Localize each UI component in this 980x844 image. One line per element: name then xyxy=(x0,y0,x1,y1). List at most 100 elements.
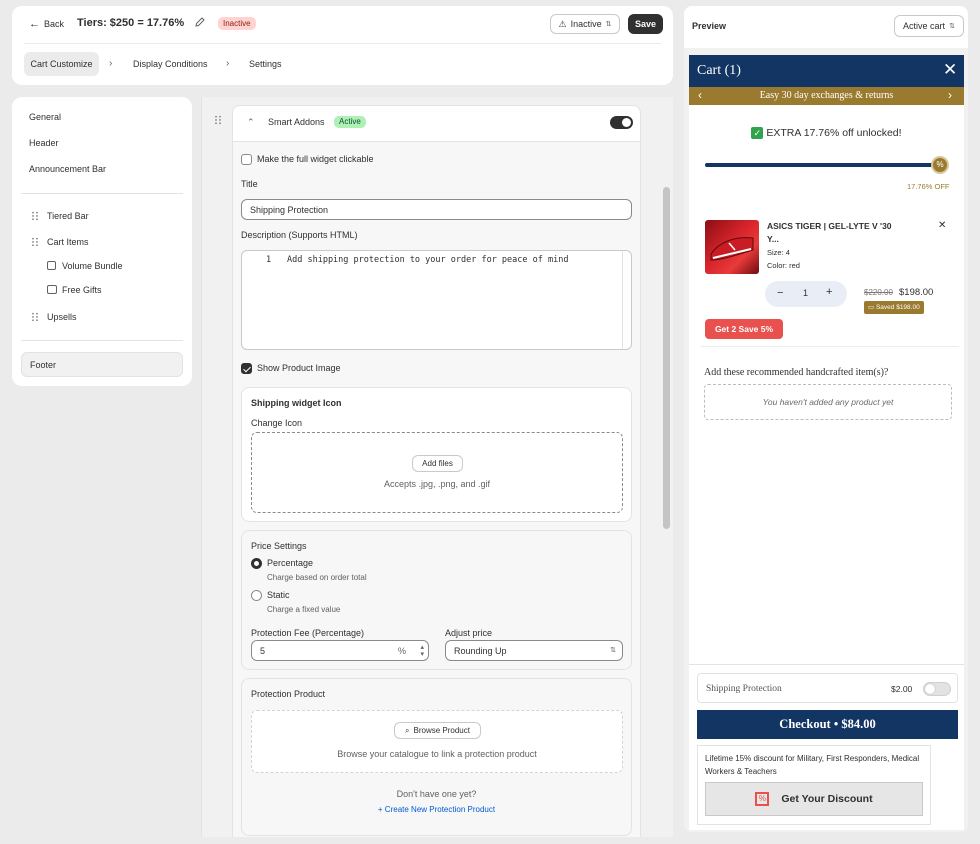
sidebar-item-tiered-bar[interactable]: Tiered Bar xyxy=(47,211,89,221)
sidebar-item-free-gifts[interactable]: Free Gifts xyxy=(62,285,102,295)
saved-badge: ▭ Saved $198.00 xyxy=(864,301,924,314)
file-dropzone[interactable]: Add files Accepts .jpg, .png, and .gif xyxy=(251,432,623,513)
drag-handle-icon[interactable] xyxy=(32,211,38,221)
add-files-button[interactable]: Add files xyxy=(412,455,463,472)
shipping-toggle[interactable] xyxy=(923,682,951,696)
chevron-right-icon: › xyxy=(226,58,230,69)
status-select[interactable]: ⚠ Inactive ⇅ xyxy=(550,14,620,34)
static-label: Static xyxy=(267,590,290,600)
get-discount-button[interactable]: % Get Your Discount xyxy=(705,782,923,816)
browse-help: Browse your catalogue to link a protecti… xyxy=(337,749,537,759)
sidebar-item-footer[interactable]: Footer xyxy=(21,352,183,377)
sidebar-item-upsells[interactable]: Upsells xyxy=(47,312,77,322)
cart-header: Cart (1) ✕ xyxy=(689,55,964,87)
back-button[interactable]: ← Back xyxy=(29,17,64,31)
checkout-button[interactable]: Checkout • $84.00 xyxy=(697,710,958,739)
cart-footer: Shipping Protection $2.00 Checkout • $84… xyxy=(689,664,964,830)
quantity-stepper[interactable]: − 1 + xyxy=(765,281,847,307)
adjust-select[interactable]: Rounding Up ⇅ xyxy=(445,640,623,661)
show-image-label: Show Product Image xyxy=(257,363,341,373)
sidebar-item-cart-items[interactable]: Cart Items xyxy=(47,237,89,247)
drag-handle-icon[interactable] xyxy=(32,312,38,322)
editor-scrollbar[interactable] xyxy=(663,187,670,529)
minus-icon[interactable]: − xyxy=(777,287,783,299)
divider xyxy=(24,43,661,44)
price-section: Price Settings Percentage Charge based o… xyxy=(241,530,632,670)
item-size: Size: 4 xyxy=(767,248,790,257)
widget-toggle[interactable] xyxy=(610,116,633,129)
description-code-editor[interactable]: 1 Add shipping protection to your order … xyxy=(241,250,632,350)
tab-settings[interactable]: Settings xyxy=(249,59,282,69)
static-help: Charge a fixed value xyxy=(267,605,341,614)
sidebar-item-announcement-bar[interactable]: Announcement Bar xyxy=(29,164,106,174)
editor-panel: ⌃ Smart Addons Active Make the full widg… xyxy=(201,97,673,837)
protection-product-label: Protection Product xyxy=(251,689,326,699)
fee-label: Protection Fee (Percentage) xyxy=(251,628,365,638)
plus-icon[interactable]: + xyxy=(826,286,832,298)
stepper-icon[interactable]: ▴ ▾ xyxy=(420,644,424,658)
cart-drawer: Cart (1) ✕ ‹ Easy 30 day exchanges & ret… xyxy=(689,55,964,830)
percent-suffix: % xyxy=(397,646,406,656)
drag-handle-icon[interactable] xyxy=(215,115,221,125)
select-arrows-icon: ⇅ xyxy=(949,23,955,30)
percentage-label: Percentage xyxy=(267,558,314,568)
icon-section: Shipping widget Icon Change Icon Add fil… xyxy=(241,387,632,522)
remove-item-icon[interactable]: ✕ xyxy=(938,220,946,231)
sidebar-item-header[interactable]: Header xyxy=(29,138,59,148)
editor-scrollbar[interactable] xyxy=(622,251,631,349)
create-product-link[interactable]: + Create New Protection Product xyxy=(242,805,631,814)
cart-title: Cart (1) xyxy=(697,63,741,78)
shipping-label: Shipping Protection xyxy=(706,684,782,694)
drag-handle-icon[interactable] xyxy=(32,237,38,247)
price-current: $198.00 xyxy=(899,287,934,298)
status-badge: Inactive xyxy=(218,17,256,30)
tag-icon: ▭ xyxy=(868,304,875,311)
change-icon-label: Change Icon xyxy=(251,418,303,428)
percentage-radio[interactable] xyxy=(251,558,262,569)
tab-display-conditions[interactable]: Display Conditions xyxy=(133,59,208,69)
divider xyxy=(21,193,183,194)
next-arrow-icon[interactable]: › xyxy=(948,88,952,102)
collapse-chevron-icon[interactable]: ⌃ xyxy=(247,117,255,128)
sidebar-item-general[interactable]: General xyxy=(29,112,61,122)
price-original: $220.00 xyxy=(864,288,893,297)
gift-icon xyxy=(47,285,57,294)
sidebar: General Header Announcement Bar Tiered B… xyxy=(12,97,192,386)
edit-pencil-icon[interactable] xyxy=(194,16,206,28)
announcement-text: Easy 30 day exchanges & returns xyxy=(759,90,894,101)
code-line: Add shipping protection to your order fo… xyxy=(287,255,569,265)
browse-product-button[interactable]: ⌕ Browse Product xyxy=(394,722,481,739)
show-image-checkbox[interactable] xyxy=(241,363,252,374)
title-input[interactable]: Shipping Protection xyxy=(241,199,632,220)
save-button[interactable]: Save xyxy=(628,14,663,34)
recommend-empty-box: You haven't added any product yet xyxy=(704,384,952,420)
unlock-message: ✓ EXTRA 17.76% off unlocked! xyxy=(689,127,964,139)
fee-input[interactable]: 5 % ▴ ▾ xyxy=(251,640,429,661)
page-title: Tiers: $250 = 17.76% xyxy=(77,17,185,29)
protection-product-section: Protection Product ⌕ Browse Product Brow… xyxy=(241,678,632,836)
progress-fill xyxy=(705,163,941,167)
sidebar-item-volume-bundle[interactable]: Volume Bundle xyxy=(62,261,123,271)
no-product-label: Don't have one yet? xyxy=(396,789,477,799)
bundle-offer-button[interactable]: Get 2 Save 5% xyxy=(705,319,783,339)
shipping-price: $2.00 xyxy=(891,684,913,694)
shipping-protection-row: Shipping Protection $2.00 xyxy=(697,673,958,703)
preview-heading: Preview xyxy=(692,21,727,31)
close-icon[interactable]: ✕ xyxy=(943,60,957,80)
recommend-empty: You haven't added any product yet xyxy=(762,397,894,407)
clickable-label: Make the full widget clickable xyxy=(257,154,374,164)
chevron-right-icon: › xyxy=(109,58,113,69)
clickable-checkbox[interactable] xyxy=(241,154,252,165)
widget-name: Smart Addons xyxy=(268,117,325,127)
announcement-bar: ‹ Easy 30 day exchanges & returns › xyxy=(689,87,964,105)
tab-cart-customize[interactable]: Cart Customize xyxy=(24,52,99,76)
static-radio[interactable] xyxy=(251,590,262,601)
arrow-left-icon: ← xyxy=(29,18,40,30)
cart-state-select[interactable]: Active cart ⇅ xyxy=(894,15,964,37)
browse-box: ⌕ Browse Product Browse your catalogue t… xyxy=(251,710,623,773)
select-arrows-icon: ⇅ xyxy=(610,647,616,654)
cart-item: ASICS TIGER | GEL-LYTE V '30 Y... Size: … xyxy=(701,213,959,347)
recommend-title: Add these recommended handcrafted item(s… xyxy=(704,367,889,378)
accepts-label: Accepts .jpg, .png, and .gif xyxy=(383,479,491,489)
preview-panel: Preview Active cart ⇅ Cart (1) ✕ ‹ Easy … xyxy=(684,6,968,832)
